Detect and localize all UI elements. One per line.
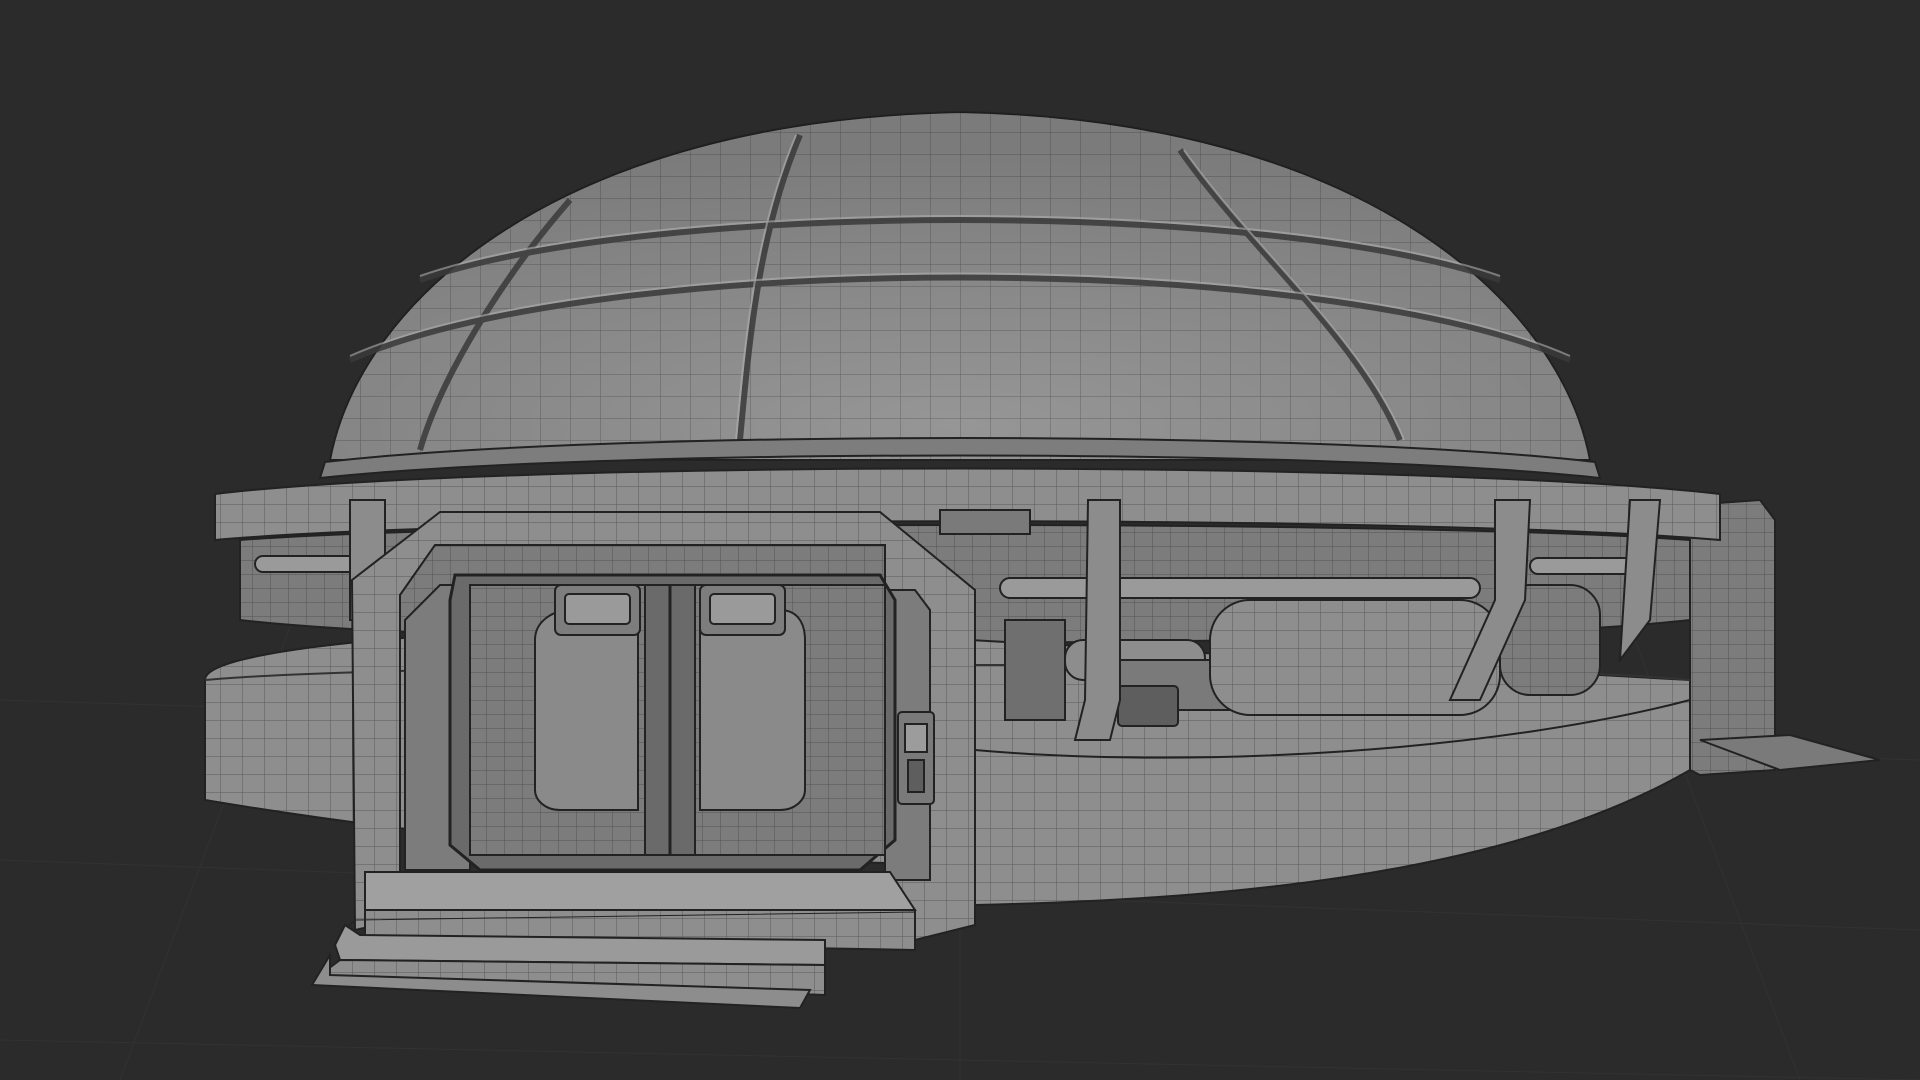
rear-box[interactable] [1689, 498, 1881, 777]
double-door[interactable] [469, 584, 886, 856]
3d-viewport[interactable] [0, 0, 1920, 1080]
dome-roof[interactable] [318, 110, 1602, 480]
door-control-panel[interactable] [897, 711, 935, 805]
door-left[interactable] [534, 584, 641, 811]
side-module[interactable] [1209, 584, 1601, 716]
roof-vent[interactable] [939, 509, 1031, 535]
entrance-steps[interactable] [310, 871, 917, 1010]
door-right[interactable] [699, 584, 806, 811]
